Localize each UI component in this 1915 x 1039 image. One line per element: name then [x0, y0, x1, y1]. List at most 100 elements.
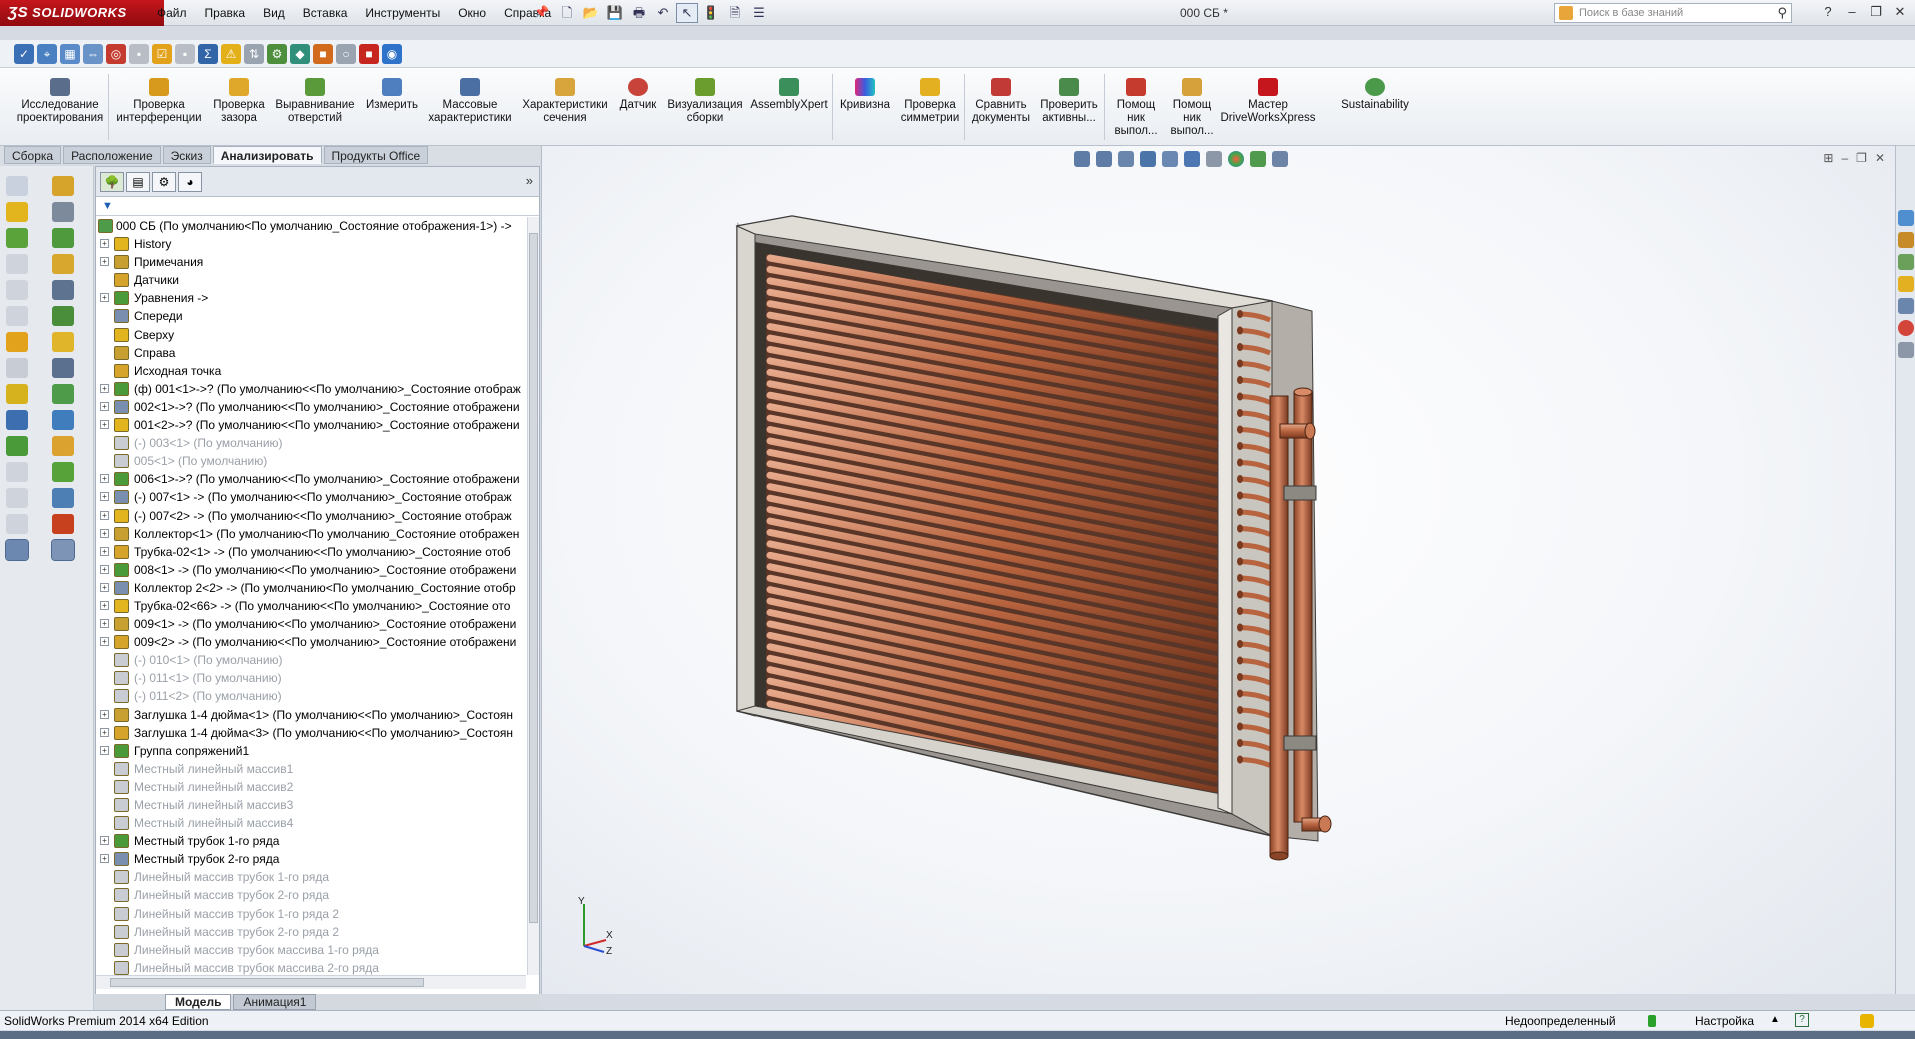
layout-icon[interactable]: ⇅	[244, 44, 264, 64]
insert-component-icon[interactable]	[52, 176, 74, 196]
checkbox-tool-icon[interactable]: ☑	[152, 44, 172, 64]
tab-layout[interactable]: Расположение	[63, 146, 161, 164]
weld-tool-icon[interactable]	[6, 332, 28, 352]
expand-toggle-icon[interactable]: +	[100, 239, 109, 249]
component-icon[interactable]: ◆	[290, 44, 310, 64]
units-setting[interactable]: Настройка	[1695, 1014, 1754, 1028]
tree-item[interactable]: Линейный массив трубок массива 2-го ряда	[96, 959, 526, 975]
bill-of-materials-icon[interactable]	[52, 410, 74, 430]
open-icon[interactable]: 📂	[580, 3, 602, 23]
expand-toggle-icon[interactable]: +	[100, 745, 109, 755]
spell-check-icon[interactable]: ✓	[14, 44, 34, 64]
take-snapshot-icon[interactable]	[51, 539, 75, 561]
wizard-tool-icon[interactable]	[6, 384, 28, 404]
tree-item[interactable]: Сверху	[96, 326, 526, 344]
appearances-icon[interactable]	[1898, 320, 1914, 336]
expand-toggle-icon[interactable]: +	[100, 383, 109, 393]
tab-evaluate[interactable]: Анализировать	[212, 146, 322, 164]
scrollbar-thumb-horizontal[interactable]	[110, 978, 424, 987]
sketch-tool-icon[interactable]	[6, 176, 28, 196]
featuremanager-tab-icon[interactable]: 🌳	[100, 172, 124, 192]
expand-toggle-icon[interactable]: +	[100, 401, 109, 411]
tab-animation[interactable]: Анимация1	[233, 994, 317, 1010]
curvature-button[interactable]: Кривизна	[834, 78, 896, 112]
custom-properties-icon[interactable]	[1898, 342, 1914, 358]
route-tool-icon[interactable]	[6, 436, 28, 456]
solidworks-logo[interactable]: ƷS SOLIDWORKS	[0, 0, 164, 26]
menu-help[interactable]: Справка	[495, 4, 560, 22]
tree-item[interactable]: (-) 003<1> (По умолчанию)	[96, 434, 526, 452]
menu-edit[interactable]: Правка	[196, 4, 255, 22]
tab-sketch[interactable]: Эскиз	[162, 146, 211, 164]
menu-window[interactable]: Окно	[449, 4, 495, 22]
color-icon[interactable]: ■	[313, 44, 333, 64]
tree-item[interactable]: Спереди	[96, 307, 526, 325]
tree-item[interactable]: (-) 011<2> (По умолчанию)	[96, 687, 526, 705]
exploded-view-icon[interactable]	[52, 436, 74, 456]
rebuild-icon[interactable]: 🚦	[700, 3, 722, 23]
assistant-button-2[interactable]: Помощ ник выпол...	[1164, 78, 1220, 138]
minimize-icon[interactable]: –	[1843, 3, 1861, 21]
tree-item[interactable]: Местный линейный массив1	[96, 760, 526, 778]
expand-toggle-icon[interactable]: +	[100, 492, 109, 502]
select-pointer-icon[interactable]: ↖	[676, 3, 698, 23]
design-library-icon[interactable]	[1898, 254, 1914, 270]
tree-item[interactable]: Линейный массив трубок 2-го ряда	[96, 886, 526, 904]
expand-toggle-icon[interactable]: +	[100, 293, 109, 303]
help-menu-icon[interactable]: ?	[1819, 3, 1837, 21]
expand-toggle-icon[interactable]: +	[100, 619, 109, 629]
symmetry-check-button[interactable]: Проверка симметрии	[898, 78, 962, 125]
home-icon[interactable]	[1898, 232, 1914, 248]
expand-toggle-icon[interactable]: +	[100, 546, 109, 556]
tree-item[interactable]: + (ф) 001<1>->? (По умолчанию<<По умолчан…	[96, 380, 526, 398]
expand-toggle-icon[interactable]: +	[100, 474, 109, 484]
tree-item[interactable]: +001<2>->? (По умолчанию<<По умолчанию>_…	[96, 416, 526, 434]
tree-item[interactable]: Исходная точка	[96, 362, 526, 380]
search-icon[interactable]: ⚲	[1777, 5, 1787, 21]
quick-tips-help-icon[interactable]: ?	[1795, 1013, 1809, 1027]
tree-item[interactable]: Линейный массив трубок 2-го ряда 2	[96, 923, 526, 941]
expand-toggle-icon[interactable]: +	[100, 854, 109, 864]
tree-item[interactable]: Местный линейный массив4	[96, 814, 526, 832]
paperclip-icon[interactable]	[52, 202, 74, 222]
stop-icon[interactable]: ■	[359, 44, 379, 64]
tree-item[interactable]: Справа	[96, 344, 526, 362]
update-speedpak-icon[interactable]	[52, 514, 74, 534]
tree-item[interactable]: +009<1> -> (По умолчанию<<По умолчанию>_…	[96, 615, 526, 633]
menu-tools[interactable]: Инструменты	[356, 4, 449, 22]
propertymanager-tab-icon[interactable]: ▤	[126, 172, 150, 192]
undo-icon[interactable]: ↶	[652, 3, 674, 23]
tree-item[interactable]: Датчики	[96, 271, 526, 289]
file-properties-icon[interactable]: 🗎	[724, 3, 746, 23]
magnet-tool-icon[interactable]	[6, 410, 28, 430]
tree-item[interactable]: + (-) 007<1> -> (По умолчанию<<По умолчан…	[96, 488, 526, 506]
pin-icon[interactable]: 📌	[534, 5, 549, 19]
tree-item[interactable]: (-) 011<1> (По умолчанию)	[96, 669, 526, 687]
move-component-icon[interactable]	[52, 280, 74, 300]
tree-item[interactable]: Местный линейный массив2	[96, 778, 526, 796]
tree-item[interactable]: + Трубка-02<66> -> (По умолчанию<<По умол…	[96, 597, 526, 615]
tree-item[interactable]: + (-) 007<2> -> (По умолчанию<<По умолчан…	[96, 507, 526, 525]
knowledge-base-search-input[interactable]: Поиск в базе знаний ⚲	[1554, 3, 1792, 23]
assembly-visualization-button[interactable]: Визуализация сборки	[662, 78, 748, 125]
measure-icon[interactable]: ⌖	[37, 44, 57, 64]
displaymanager-tab-icon[interactable]: ◕	[178, 172, 202, 192]
hole-alignment-button[interactable]: Выравнивание отверстий	[272, 78, 358, 125]
tree-item[interactable]: +009<2> -> (По умолчанию<<По умолчанию>_…	[96, 633, 526, 651]
tree-item[interactable]: + Местный трубок 1-го ряда	[96, 832, 526, 850]
globe-icon[interactable]: ◉	[382, 44, 402, 64]
tree-horizontal-scrollbar[interactable]	[96, 975, 526, 989]
tree-item[interactable]: Линейный массив трубок 1-го ряда 2	[96, 905, 526, 923]
note-tool-icon[interactable]	[6, 202, 28, 222]
options-icon[interactable]: ☰	[748, 3, 770, 23]
equations-icon[interactable]: Σ	[198, 44, 218, 64]
tree-item[interactable]: +006<1>->? (По умолчанию<<По умолчанию>_…	[96, 470, 526, 488]
expand-toggle-icon[interactable]: +	[100, 510, 109, 520]
scrollbar-thumb[interactable]	[529, 233, 538, 923]
explode-line-icon[interactable]	[52, 462, 74, 482]
sensor-button[interactable]: Датчик	[614, 78, 662, 112]
dimension-icon[interactable]: ⇔	[83, 44, 103, 64]
tab-model[interactable]: Модель	[165, 994, 232, 1010]
tree-item[interactable]: + Местный трубок 2-го ряда	[96, 850, 526, 868]
expand-toggle-icon[interactable]: +	[100, 709, 109, 719]
